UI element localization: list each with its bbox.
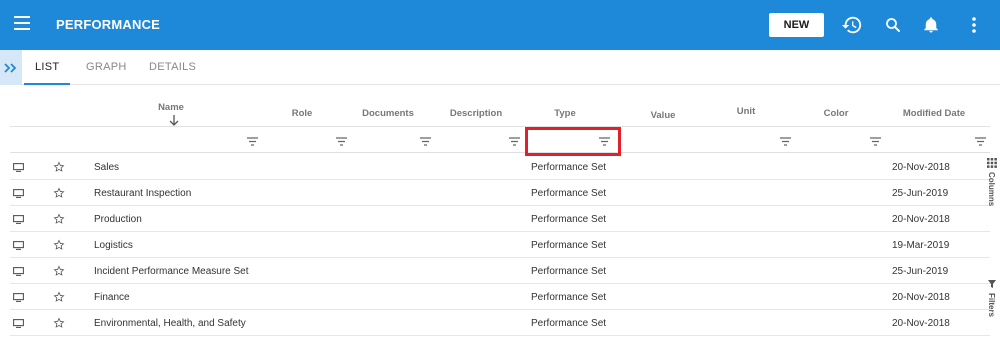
columns-icon bbox=[987, 158, 997, 168]
column-header-unit[interactable]: Unit bbox=[726, 106, 766, 117]
row-name: Incident Performance Measure Set bbox=[94, 266, 249, 277]
star-icon[interactable] bbox=[53, 161, 65, 173]
tab-list[interactable]: LIST bbox=[35, 61, 59, 73]
filters-panel-label: Filters bbox=[987, 293, 996, 318]
column-header-type[interactable]: Type bbox=[545, 108, 585, 119]
row-modified-date: 25-Jun-2019 bbox=[892, 266, 949, 277]
table-row[interactable]: Restaurant Inspection Performance Set 25… bbox=[10, 180, 990, 206]
filters-panel-tab[interactable]: Filters bbox=[983, 280, 1000, 330]
star-icon[interactable] bbox=[53, 265, 65, 277]
monitor-icon[interactable] bbox=[13, 189, 24, 198]
expand-panel-icon[interactable] bbox=[0, 50, 22, 85]
monitor-icon[interactable] bbox=[13, 241, 24, 250]
monitor-icon[interactable] bbox=[13, 267, 24, 276]
row-type: Performance Set bbox=[531, 240, 607, 251]
table-row[interactable]: Environmental, Health, and Safety Perfor… bbox=[10, 310, 990, 336]
tab-graph[interactable]: GRAPH bbox=[86, 61, 127, 73]
filter-icon[interactable] bbox=[870, 137, 881, 146]
star-icon[interactable] bbox=[53, 291, 65, 303]
star-icon[interactable] bbox=[53, 213, 65, 225]
monitor-icon[interactable] bbox=[13, 163, 24, 172]
table-row[interactable]: Finance Performance Set 20-Nov-2018 bbox=[10, 284, 990, 310]
row-name: Finance bbox=[94, 292, 130, 303]
monitor-icon[interactable] bbox=[13, 319, 24, 328]
filter-row bbox=[10, 128, 990, 153]
row-name: Logistics bbox=[94, 240, 133, 251]
hamburger-icon[interactable] bbox=[14, 16, 30, 30]
table-row[interactable]: Incident Performance Measure Set Perform… bbox=[10, 258, 990, 284]
row-modified-date: 19-Mar-2019 bbox=[892, 240, 950, 251]
row-name: Sales bbox=[94, 162, 120, 173]
filter-icon[interactable] bbox=[420, 137, 431, 146]
type-filter-highlight bbox=[525, 127, 621, 156]
bell-icon[interactable] bbox=[918, 12, 944, 38]
row-type: Performance Set bbox=[531, 266, 607, 277]
row-name: Production bbox=[94, 214, 142, 225]
column-header-value[interactable]: Value bbox=[643, 110, 683, 121]
more-vert-icon[interactable] bbox=[961, 12, 987, 38]
monitor-icon[interactable] bbox=[13, 215, 24, 224]
tab-details[interactable]: DETAILS bbox=[149, 61, 196, 73]
row-modified-date: 20-Nov-2018 bbox=[892, 292, 950, 303]
table-row[interactable]: Sales Performance Set 20-Nov-2018 bbox=[10, 154, 990, 180]
star-icon[interactable] bbox=[53, 187, 65, 199]
column-header-description[interactable]: Description bbox=[444, 108, 508, 119]
column-header-name[interactable]: Name bbox=[138, 102, 204, 113]
tab-bar: LIST GRAPH DETAILS bbox=[0, 50, 1000, 85]
table-row[interactable]: Production Performance Set 20-Nov-2018 bbox=[10, 206, 990, 232]
row-modified-date: 25-Jun-2019 bbox=[892, 188, 949, 199]
filter-icon[interactable] bbox=[247, 137, 258, 146]
history-icon[interactable] bbox=[839, 12, 865, 38]
column-header-modified-date[interactable]: Modified Date bbox=[896, 108, 972, 119]
filter-icon[interactable] bbox=[780, 137, 791, 146]
app-bar: PERFORMANCE NEW bbox=[0, 0, 1000, 50]
new-button[interactable]: NEW bbox=[769, 13, 824, 37]
column-header-role[interactable]: Role bbox=[282, 108, 322, 119]
star-icon[interactable] bbox=[53, 317, 65, 329]
monitor-icon[interactable] bbox=[13, 293, 24, 302]
column-header-color[interactable]: Color bbox=[816, 108, 856, 119]
row-name: Environmental, Health, and Safety bbox=[94, 318, 246, 329]
row-name: Restaurant Inspection bbox=[94, 188, 192, 199]
row-modified-date: 20-Nov-2018 bbox=[892, 214, 950, 225]
column-header-documents[interactable]: Documents bbox=[358, 108, 418, 119]
row-type: Performance Set bbox=[531, 318, 607, 329]
filter-icon bbox=[988, 280, 996, 288]
filter-icon[interactable] bbox=[336, 137, 347, 146]
filter-icon[interactable] bbox=[509, 137, 520, 146]
row-modified-date: 20-Nov-2018 bbox=[892, 162, 950, 173]
row-type: Performance Set bbox=[531, 292, 607, 303]
active-tab-indicator bbox=[24, 83, 70, 85]
row-modified-date: 20-Nov-2018 bbox=[892, 318, 950, 329]
row-type: Performance Set bbox=[531, 162, 607, 173]
row-type: Performance Set bbox=[531, 188, 607, 199]
star-icon[interactable] bbox=[53, 239, 65, 251]
filter-icon[interactable] bbox=[975, 137, 986, 146]
table-row[interactable]: Logistics Performance Set 19-Mar-2019 bbox=[10, 232, 990, 258]
page-title: PERFORMANCE bbox=[56, 17, 161, 32]
columns-panel-tab[interactable]: Columns bbox=[983, 158, 1000, 218]
columns-panel-label: Columns bbox=[987, 172, 996, 207]
table-header: Name Role Documents Description Type Val… bbox=[10, 93, 990, 127]
search-icon[interactable] bbox=[880, 12, 906, 38]
sort-descending-icon[interactable] bbox=[169, 115, 179, 127]
row-type: Performance Set bbox=[531, 214, 607, 225]
